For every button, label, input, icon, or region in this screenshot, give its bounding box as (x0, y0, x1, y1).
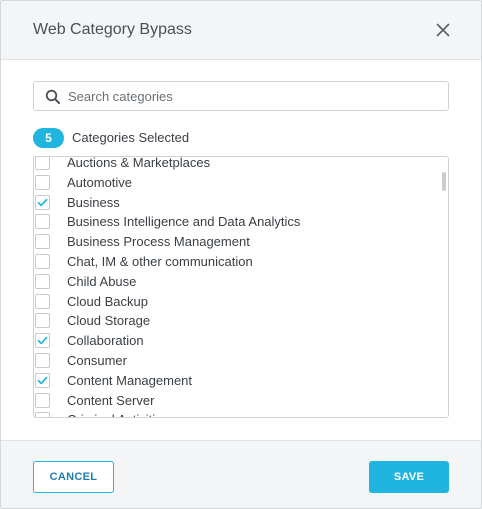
search-input[interactable] (68, 82, 438, 110)
category-checkbox[interactable] (35, 313, 50, 329)
list-scrollbar[interactable] (442, 172, 446, 191)
search-icon (45, 89, 61, 105)
selected-count-badge: 5 (33, 128, 64, 148)
category-label: Business (67, 194, 120, 210)
category-item[interactable]: Auctions & Marketplaces (34, 156, 448, 173)
web-category-bypass-dialog: Web Category Bypass 5 Categories Selecte… (0, 0, 482, 509)
category-item[interactable]: Content Management (34, 371, 448, 391)
category-item[interactable]: Business Intelligence and Data Analytics (34, 212, 448, 232)
category-item[interactable]: Content Server (34, 391, 448, 411)
cancel-button[interactable]: CANCEL (33, 461, 114, 493)
dialog-title: Web Category Bypass (33, 21, 192, 38)
category-label: Auctions & Marketplaces (67, 156, 211, 170)
category-list[interactable]: Auctions & Marketplaces Automotive Busines… (33, 156, 449, 418)
category-item[interactable]: Criminal Activities (34, 410, 448, 417)
category-checkbox[interactable] (35, 234, 50, 250)
category-item[interactable]: Business Process Management (34, 232, 448, 252)
category-checkbox[interactable] (35, 293, 50, 309)
category-label: Cloud Backup (67, 293, 148, 309)
category-item[interactable]: Chat, IM & other communication (34, 252, 448, 272)
selected-count-label: Categories Selected (72, 130, 190, 145)
category-label: Collaboration (67, 333, 144, 349)
category-label: Content Management (67, 372, 193, 388)
category-label: Business Intelligence and Data Analytics (67, 214, 301, 230)
category-checkbox[interactable] (35, 372, 50, 388)
category-item[interactable]: Cloud Backup (34, 292, 448, 312)
category-checkbox[interactable] (35, 352, 50, 368)
category-checkbox[interactable] (35, 333, 50, 349)
category-item[interactable]: Automotive (34, 173, 448, 193)
category-item[interactable]: Consumer (34, 351, 448, 371)
category-label: Content Server (67, 392, 155, 408)
category-label: Consumer (67, 352, 127, 368)
category-list-items: Auctions & Marketplaces Automotive Busines… (34, 156, 448, 417)
category-checkbox[interactable] (35, 174, 50, 190)
category-label: Child Abuse (67, 273, 137, 289)
category-checkbox[interactable] (35, 214, 50, 230)
category-label: Business Process Management (67, 234, 250, 250)
category-label: Cloud Storage (67, 313, 151, 329)
category-checkbox[interactable] (35, 392, 50, 408)
checkmark-icon (37, 376, 48, 385)
search-box (33, 81, 449, 111)
checkmark-icon (37, 198, 48, 206)
category-label: Automotive (67, 174, 133, 190)
category-checkbox[interactable] (35, 412, 50, 417)
category-item[interactable]: Cloud Storage (34, 311, 448, 331)
dialog-footer: CANCEL SAVE (1, 440, 481, 508)
category-checkbox[interactable] (35, 194, 50, 210)
dialog-header: Web Category Bypass (1, 1, 481, 60)
category-item[interactable]: Child Abuse (34, 272, 448, 292)
save-button[interactable]: SAVE (369, 461, 449, 493)
category-item[interactable]: Business (34, 193, 448, 213)
category-checkbox[interactable] (35, 157, 50, 170)
checkmark-icon (37, 336, 48, 345)
category-label: Chat, IM & other communication (67, 253, 253, 269)
close-icon[interactable] (431, 18, 455, 42)
category-label: Criminal Activities (67, 412, 169, 417)
category-checkbox[interactable] (35, 253, 50, 269)
category-checkbox[interactable] (35, 273, 50, 289)
category-item[interactable]: Collaboration (34, 331, 448, 351)
